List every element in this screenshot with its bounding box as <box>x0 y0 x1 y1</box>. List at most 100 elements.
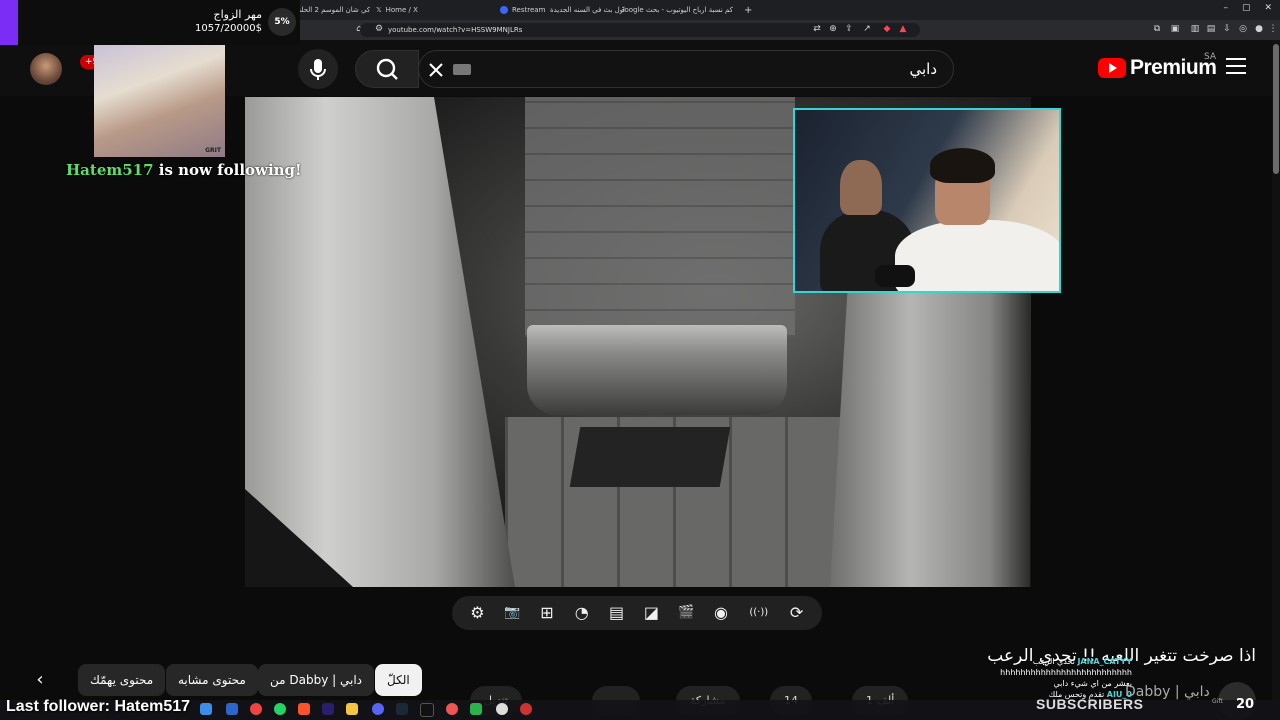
streamer-right-hair <box>930 148 995 183</box>
tab-label: جاكي شان الموسم 2 الحلقة <box>294 6 370 14</box>
screenshot-icon[interactable]: 📷 <box>501 602 523 624</box>
whatsapp-icon[interactable] <box>274 703 286 715</box>
site-info-icon[interactable]: ⚙ <box>374 24 384 34</box>
add-to-queue-icon[interactable]: ⊞ <box>536 602 558 624</box>
search-input[interactable]: دابي <box>418 50 954 88</box>
chrome-icon[interactable] <box>250 703 262 715</box>
youtube-premium-logo[interactable]: Premium <box>1098 56 1217 80</box>
subscribers-badge: Gift <box>1212 698 1223 705</box>
browser-tab[interactable]: 𝕏 Home / X <box>376 3 486 17</box>
chat-message: JANA_CATYY تحدي الرعب <box>932 656 1132 667</box>
region-code: SA <box>1204 52 1217 62</box>
store-icon[interactable] <box>226 703 238 715</box>
follower-name: Hatem517 <box>66 161 154 179</box>
browser-tab-active[interactable]: كم نسبة ارباح اليوتيوب - بحث Google <box>622 3 737 17</box>
subscribers-label: SUBSCRIBERS <box>1036 696 1144 712</box>
minimize-button[interactable]: – <box>1223 3 1228 13</box>
clip-icon[interactable]: 🎬 <box>675 602 697 624</box>
search-icon <box>376 58 398 80</box>
chat-text: يعشر من اي شيء دابي <box>1053 679 1132 688</box>
brave-icon[interactable] <box>298 703 310 715</box>
browser-tab[interactable]: اول بث في السنه الجديدة <box>545 3 625 17</box>
chat-overlay: JANA_CATYY تحدي الرعب hhhhhhhhhhhhhhhhhh… <box>932 656 1132 700</box>
microphone <box>875 265 915 287</box>
wallet-icon[interactable]: ▣ <box>1170 24 1180 34</box>
chat-message: hhhhhhhhhhhhhhhhhhhhhhhhhh <box>932 667 1132 678</box>
goal-amount: 1057/20000$ <box>195 23 262 34</box>
watch-later-icon[interactable]: ◉ <box>710 602 732 624</box>
app-icon[interactable] <box>520 703 532 715</box>
settings-icon[interactable]: ⚙ <box>466 602 488 624</box>
chat-username: JANA_CATYY <box>1077 657 1132 666</box>
tab-label: كم نسبة ارباح اليوتيوب - بحث Google <box>622 6 733 14</box>
speed-icon[interactable]: ◔ <box>571 602 593 624</box>
voice-search-button[interactable] <box>298 49 338 89</box>
extensions-icon[interactable]: ⧉ <box>1152 24 1162 34</box>
discord-icon[interactable] <box>372 703 384 715</box>
profile-icon[interactable]: ● <box>1254 24 1264 34</box>
chat-text: hhhhhhhhhhhhhhhhhhhhhhhhhh <box>1000 668 1132 677</box>
follow-alert-text: Hatem517 is now following! <box>66 161 302 179</box>
youtube-play-icon <box>1098 58 1126 78</box>
browser-tab[interactable]: جاكي شان الموسم 2 الحلقة <box>290 3 370 17</box>
chat-message: يعشر من اي شيء دابي <box>932 678 1132 689</box>
sidebar-icon[interactable]: ▥ <box>1190 24 1200 34</box>
steam-icon[interactable] <box>396 703 408 715</box>
rewards-icon[interactable]: ▲ <box>898 24 908 34</box>
broadcast-icon[interactable]: ((·)) <box>745 602 773 624</box>
search-query-text: دابي <box>909 60 937 78</box>
clear-search-icon[interactable] <box>427 61 445 79</box>
tab-label: اول بث في السنه الجديدة <box>549 6 625 14</box>
files-icon[interactable] <box>346 703 358 715</box>
chip-from-channel[interactable]: من Dabby | دابي <box>258 664 375 696</box>
obs-icon[interactable] <box>420 703 434 717</box>
loop-icon[interactable]: ⟳ <box>786 602 808 624</box>
explorer-icon[interactable] <box>200 703 212 715</box>
vpn-icon[interactable]: ◎ <box>1238 24 1248 34</box>
search-button[interactable] <box>355 50 419 88</box>
streamer-right-body <box>895 220 1059 291</box>
maximize-button[interactable]: ▢ <box>1242 3 1251 13</box>
hamburger-menu-button[interactable] <box>1226 58 1246 74</box>
chip-all[interactable]: الكلّ <box>375 664 422 696</box>
browser-menu-icon[interactable]: ⋮ <box>1268 24 1278 34</box>
window-controls: – ▢ ✕ <box>1223 3 1272 13</box>
downloads-icon[interactable]: ⇩ <box>1222 24 1232 34</box>
avatar[interactable] <box>30 53 62 85</box>
subtitles-icon[interactable]: ▤ <box>606 602 628 624</box>
restream-favicon-icon <box>500 6 508 14</box>
excel-icon[interactable] <box>470 703 482 715</box>
reading-list-icon[interactable]: ▤ <box>1206 24 1216 34</box>
install-icon[interactable]: ↗ <box>862 24 872 34</box>
keyboard-icon[interactable] <box>453 64 471 75</box>
chip-relevant[interactable]: محتوى يهمّك <box>78 664 166 696</box>
goal-percent: 5% <box>268 8 296 36</box>
player-extra-controls: ⚙ 📷 ⊞ ◔ ▤ ◪ 🎬 ◉ ((·)) ⟳ <box>452 596 822 630</box>
app-icon[interactable] <box>496 703 508 715</box>
goal-accent <box>0 0 18 45</box>
app-icon[interactable] <box>446 703 458 715</box>
chip-similar[interactable]: محتوى مشابه <box>166 664 258 696</box>
gif-watermark: GRIT <box>205 147 221 154</box>
video-scene-bathtub <box>527 325 787 415</box>
video-scene-mat <box>569 427 731 487</box>
video-scene-wall <box>525 97 795 337</box>
miniplayer-icon[interactable]: ◪ <box>640 602 662 624</box>
premiere-icon[interactable] <box>322 703 334 715</box>
translate-icon[interactable]: ⇄ <box>812 24 822 34</box>
brave-shield-icon[interactable]: ◆ <box>882 24 892 34</box>
chat-text: تحدي الرعب <box>1032 657 1075 666</box>
tab-label: Restream <box>512 6 546 14</box>
new-tab-button[interactable]: + <box>744 3 756 17</box>
zoom-icon[interactable]: ⊕ <box>828 24 838 34</box>
webcam-overlay <box>793 108 1061 293</box>
follow-message: is now following! <box>153 161 302 179</box>
close-window-button[interactable]: ✕ <box>1264 3 1272 13</box>
share-icon[interactable]: ⇪ <box>844 24 854 34</box>
streamer-left-head <box>840 160 882 215</box>
follow-alert-gif: GRIT <box>94 45 225 157</box>
scrollbar-thumb[interactable] <box>1273 44 1279 174</box>
subscribers-count: 20 <box>1236 697 1255 712</box>
chips-scroll-left-button[interactable]: ‹ <box>28 668 52 692</box>
goal-title: مهر الزواج <box>213 8 262 21</box>
